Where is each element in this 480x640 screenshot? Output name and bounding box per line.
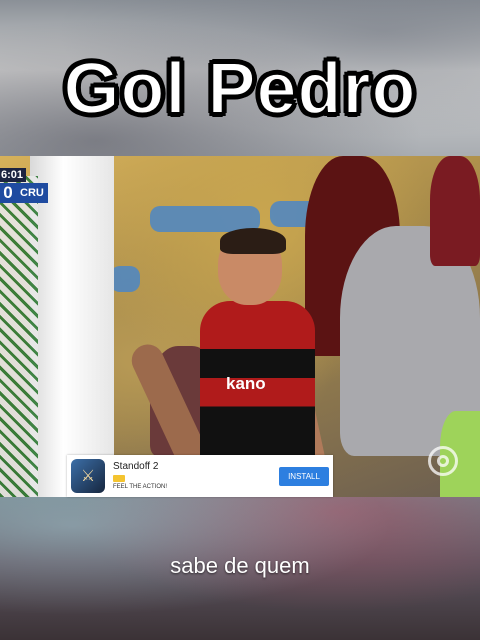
ad-rating-badge	[113, 475, 125, 482]
video-title: Gol Pedro	[62, 48, 417, 130]
video-frame[interactable]: kano	[0, 156, 480, 497]
team-name: CRU	[20, 187, 44, 199]
game-icon[interactable]: ⚔	[71, 459, 105, 493]
player-hair	[220, 228, 286, 254]
goal-net	[0, 176, 38, 497]
ad-app-name: Standoff 2	[113, 461, 159, 472]
blue-seats	[110, 266, 140, 292]
install-button[interactable]: INSTALL	[279, 466, 329, 486]
fan-red-stripes	[430, 156, 480, 266]
goal-post	[30, 156, 114, 497]
team-score: 0	[3, 183, 13, 202]
jersey-sponsor: kano	[226, 374, 266, 393]
ad-text: Standoff 2 FEEL THE ACTION!	[113, 461, 279, 491]
globoplay-icon	[428, 446, 458, 476]
subtitle-caption: sabe de quem	[170, 553, 310, 578]
scoreboard: 0 CRU	[0, 183, 48, 203]
match-clock: 6:01	[0, 168, 26, 182]
ad-tagline: FEEL THE ACTION!	[113, 484, 168, 490]
ad-banner[interactable]: ⚔ Standoff 2 FEEL THE ACTION! INSTALL	[67, 455, 333, 497]
